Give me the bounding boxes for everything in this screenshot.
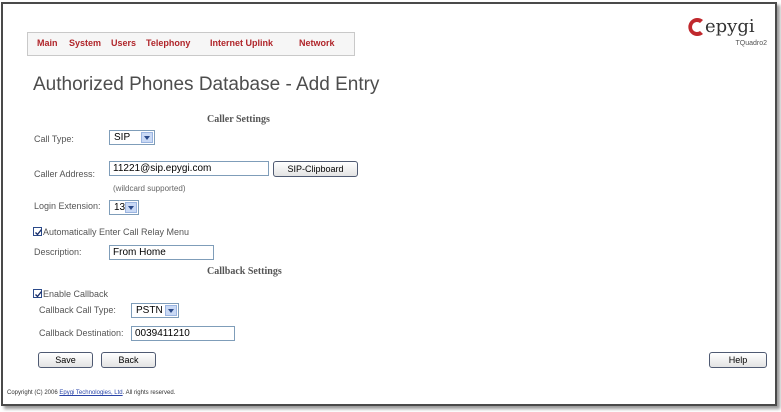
main-frame: Main System Users Telephony Internet Upl… [1,2,777,406]
call-type-select[interactable]: SIP [109,130,155,145]
copyright-suffix: . All rights reserved. [122,390,176,396]
login-extension-select[interactable]: 13 [109,200,139,215]
logo-swoosh-icon [688,18,703,36]
checkmark-icon [35,291,43,298]
call-type-value: SIP [114,132,131,143]
nav-system[interactable]: System [69,38,101,48]
enable-callback-label: Enable Callback [43,289,109,299]
sip-clipboard-button[interactable]: SIP-Clipboard [273,161,358,177]
description-input[interactable]: From Home [109,245,214,260]
nav-telephony[interactable]: Telephony [146,38,190,48]
logo-model-text: TQuadro2 [735,40,767,47]
caller-address-label: Caller Address: [34,169,96,179]
nav-network[interactable]: Network [299,38,335,48]
enable-callback-checkbox[interactable] [33,289,43,298]
call-type-label: Call Type: [34,134,74,144]
callback-destination-label: Callback Destination: [39,328,124,338]
back-button[interactable]: Back [101,352,156,368]
copyright-prefix: Copyright (C) 2006 [7,390,60,396]
caller-address-input[interactable]: 11221@sip.epygi.com [109,161,269,176]
callback-settings-heading: Callback Settings [207,266,282,277]
caller-settings-heading: Caller Settings [207,114,270,125]
callback-destination-input[interactable]: 0039411210 [131,326,235,341]
nav-users[interactable]: Users [111,38,136,48]
logo-brand-text: epygi [705,16,755,37]
company-link[interactable]: Epygi Technologies, Ltd [59,390,122,396]
login-extension-label: Login Extension: [34,201,101,211]
auto-enter-checkbox[interactable] [33,227,43,236]
help-button[interactable]: Help [709,352,767,368]
checkmark-icon [35,229,43,236]
save-button[interactable]: Save [38,352,93,368]
callback-call-type-label: Callback Call Type: [39,305,116,315]
epygi-logo: epygi TQuadro2 [688,16,769,56]
description-label: Description: [34,247,82,257]
top-navigation-bar: Main System Users Telephony Internet Upl… [27,32,355,56]
copyright-footer: Copyright (C) 2006 Epygi Technologies, L… [7,390,175,396]
login-extension-value: 13 [114,202,126,213]
nav-internet-uplink[interactable]: Internet Uplink [210,38,273,48]
chevron-down-icon [141,132,153,143]
nav-main[interactable]: Main [37,38,58,48]
callback-call-type-value: PSTN [136,305,163,316]
wildcard-hint: (wildcard supported) [113,184,186,193]
page-title: Authorized Phones Database - Add Entry [33,74,380,95]
chevron-down-icon [125,202,137,213]
auto-enter-label: Automatically Enter Call Relay Menu [43,227,190,237]
chevron-down-icon [165,305,177,316]
callback-call-type-select[interactable]: PSTN [131,303,179,318]
